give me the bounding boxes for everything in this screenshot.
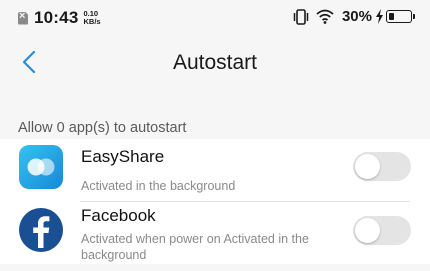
vibrate-icon bbox=[293, 8, 309, 25]
app-status: Activated in the background bbox=[81, 179, 236, 193]
list-item: Facebook Activated when power on Activat… bbox=[0, 202, 430, 264]
battery-icon bbox=[386, 10, 415, 23]
network-speed: 0.10 KB/s bbox=[83, 10, 100, 26]
app-name: EasyShare bbox=[81, 147, 165, 166]
list-item: EasyShare Activated in the background bbox=[0, 139, 430, 202]
toggle-knob bbox=[355, 218, 380, 243]
status-right: 30% bbox=[292, 8, 415, 25]
toggle-knob bbox=[355, 154, 380, 179]
network-speed-unit: KB/s bbox=[83, 17, 101, 26]
sim-absent-icon bbox=[18, 11, 28, 25]
status-left: 10:43 0.10 KB/s bbox=[18, 8, 101, 28]
battery-level-fill bbox=[389, 13, 394, 20]
facebook-app-icon bbox=[19, 208, 63, 252]
battery-percent: 30% bbox=[341, 8, 372, 25]
status-bar: 10:43 0.10 KB/s 30% bbox=[0, 0, 430, 34]
wifi-icon bbox=[316, 9, 334, 24]
charging-bolt-icon bbox=[376, 9, 383, 24]
app-name: Facebook bbox=[81, 206, 156, 225]
app-status: Activated when power on Activated in the… bbox=[81, 232, 309, 262]
section-label: Allow 0 app(s) to autostart bbox=[18, 120, 187, 136]
app-header: Autostart bbox=[0, 34, 430, 90]
autostart-toggle[interactable] bbox=[353, 216, 411, 245]
page-title: Autostart bbox=[172, 51, 258, 74]
easyshare-app-icon bbox=[19, 145, 63, 189]
autostart-toggle[interactable] bbox=[353, 152, 411, 181]
status-time: 10:43 bbox=[34, 8, 79, 27]
